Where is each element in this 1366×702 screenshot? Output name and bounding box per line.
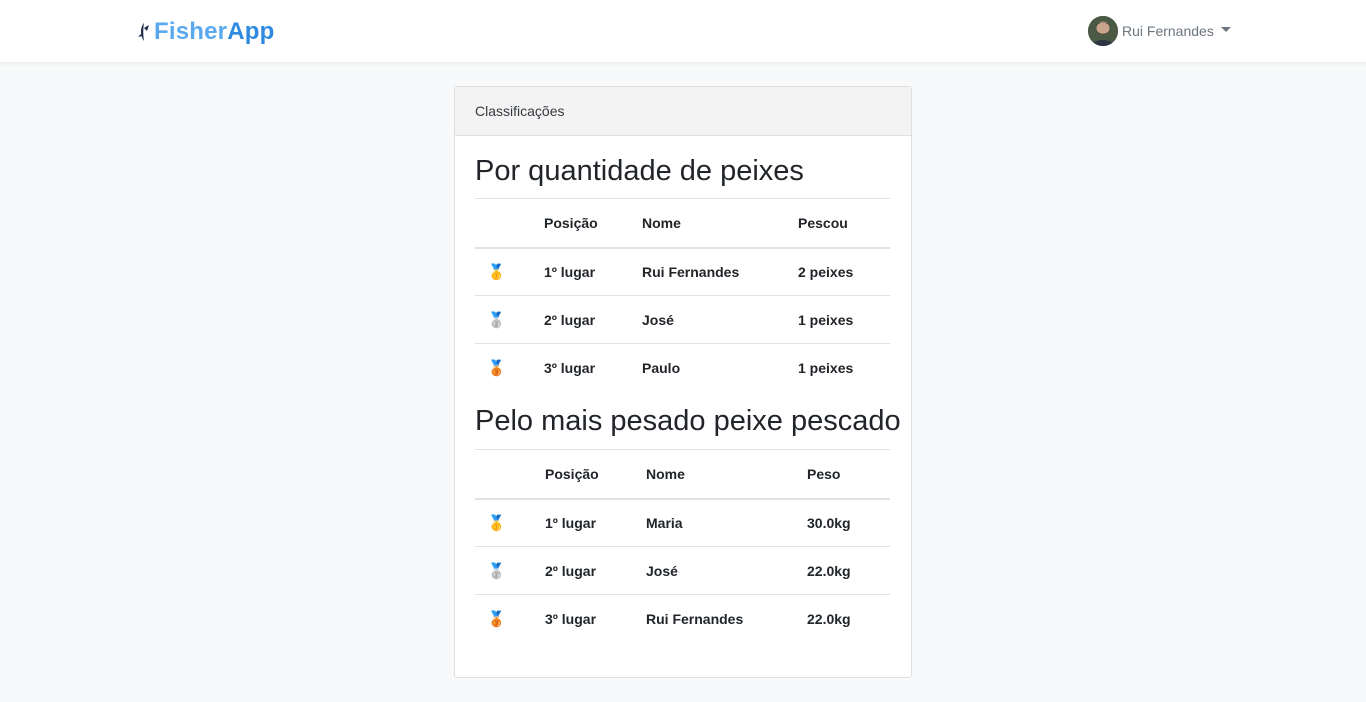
name-cell: Paulo [630, 343, 786, 392]
column-header-medal [475, 198, 532, 249]
position-cell: 1º lugar [545, 514, 597, 531]
brand-name-part1: Fisher [154, 18, 228, 45]
ranking-table-by-count: Posição Nome Pescou 🥇 1º lugar Rui Ferna… [475, 198, 890, 392]
position-cell: 2º lugar [532, 295, 630, 344]
table-row: 🥉 3º lugar Paulo 1 peixes [475, 343, 890, 392]
position-cell: 3º lugar [533, 594, 634, 643]
user-menu-dropdown[interactable]: Rui Fernandes [1088, 15, 1231, 46]
column-header-position: Posição [532, 198, 630, 249]
rankings-card: Classificações Por quantidade de peixes … [454, 86, 912, 678]
caught-cell: 1 peixes [786, 343, 890, 392]
table-row: 🥇 1º lugar Rui Fernandes 2 peixes [475, 248, 890, 296]
position-cell: 2º lugar [533, 546, 634, 595]
table-row: 🥈 2º lugar José 1 peixes [475, 295, 890, 344]
caught-cell: 1 peixes [786, 295, 890, 344]
column-header-position: Posição [533, 449, 634, 500]
weight-cell: 22.0kg [795, 594, 890, 643]
weight-cell: 30.0kg [807, 514, 851, 531]
table-row: 🥇 1º lugar Maria 30.0kg [475, 499, 890, 547]
brand-logo-link[interactable]: FisherApp [137, 16, 275, 48]
top-navbar: FisherApp Rui Fernandes [0, 0, 1366, 62]
name-cell: José [630, 295, 786, 344]
column-header-weight: Peso [795, 449, 890, 500]
section-title-by-count: Por quantidade de peixes [475, 155, 804, 187]
name-cell: Rui Fernandes [642, 263, 740, 280]
silver-medal-icon: 🥈 [475, 546, 533, 595]
silver-medal-icon: 🥈 [475, 295, 532, 344]
name-cell: José [634, 546, 795, 595]
gold-medal-icon: 🥇 [487, 263, 506, 281]
brand-name: FisherApp [154, 18, 275, 46]
table-row: 🥉 3º lugar Rui Fernandes 22.0kg [475, 594, 890, 643]
fish-icon [137, 22, 151, 42]
ranking-table-by-weight: Posição Nome Peso 🥇 1º lugar Maria 30.0k… [475, 449, 890, 643]
column-header-caught: Pescou [786, 198, 890, 249]
bronze-medal-icon: 🥉 [475, 343, 532, 392]
table-header-row: Posição Nome Peso [475, 449, 890, 500]
bronze-medal-icon: 🥉 [475, 594, 533, 643]
table-header-row: Posição Nome Pescou [475, 198, 890, 249]
name-cell: Maria [646, 514, 683, 531]
position-cell: 1º lugar [544, 263, 596, 280]
weight-cell: 22.0kg [795, 546, 890, 595]
card-header: Classificações [455, 87, 911, 136]
gold-medal-icon: 🥇 [487, 514, 506, 532]
user-avatar [1088, 15, 1118, 46]
column-header-name: Nome [634, 449, 795, 500]
section-title-by-weight: Pelo mais pesado peixe pescado [475, 405, 901, 437]
user-name: Rui Fernandes [1122, 22, 1214, 39]
column-header-medal [475, 449, 533, 500]
position-cell: 3º lugar [532, 343, 630, 392]
name-cell: Rui Fernandes [634, 594, 795, 643]
table-row: 🥈 2º lugar José 22.0kg [475, 546, 890, 595]
caret-down-icon [1220, 27, 1231, 32]
caught-cell: 2 peixes [798, 263, 854, 280]
brand-name-part2: App [227, 18, 275, 45]
column-header-name: Nome [630, 198, 786, 249]
